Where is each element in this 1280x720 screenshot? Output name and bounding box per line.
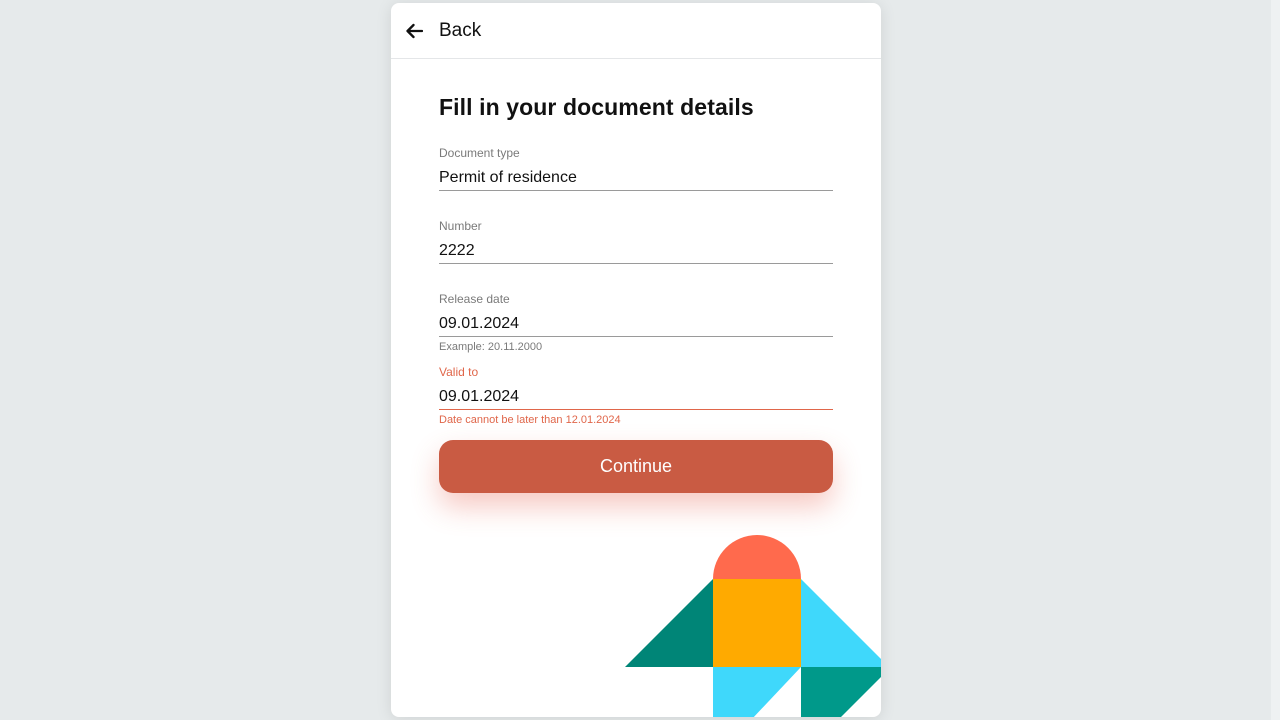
number-field: Number — [439, 219, 833, 264]
number-input[interactable] — [439, 238, 833, 264]
document-details-card: Back Fill in your document details Docum… — [391, 3, 881, 717]
arrow-left-icon — [403, 20, 425, 42]
header: Back — [391, 3, 881, 59]
release-date-label: Release date — [439, 292, 510, 306]
valid-to-error-message: Date cannot be later than 12.01.2024 — [439, 414, 621, 426]
teal-lower-right — [801, 667, 881, 717]
teal-left-wing — [625, 579, 713, 667]
cyan-lower-left — [713, 667, 801, 717]
cyan-right-wing — [801, 579, 881, 667]
back-button[interactable]: Back — [403, 15, 481, 47]
continue-button[interactable]: Continue — [439, 440, 833, 493]
scrollbar-track[interactable] — [1271, 0, 1280, 720]
back-label: Back — [439, 20, 482, 41]
valid-to-field: Valid to Date cannot be later than 12.01… — [439, 365, 833, 427]
release-date-field: Release date Example: 20.11.2000 — [439, 292, 833, 354]
document-type-input[interactable] — [439, 165, 833, 191]
page: Back Fill in your document details Docum… — [0, 0, 1280, 720]
number-label: Number — [439, 219, 482, 233]
release-date-helper: Example: 20.11.2000 — [439, 341, 543, 353]
amber-body-square — [713, 579, 801, 667]
document-type-label: Document type — [439, 146, 520, 160]
coral-head-shape — [713, 535, 801, 579]
document-type-field: Document type — [439, 146, 833, 191]
page-title: Fill in your document details — [439, 94, 754, 120]
valid-to-input[interactable] — [439, 384, 833, 410]
geometric-bird-illustration — [625, 535, 881, 717]
valid-to-label: Valid to — [439, 365, 479, 379]
release-date-input[interactable] — [439, 311, 833, 337]
